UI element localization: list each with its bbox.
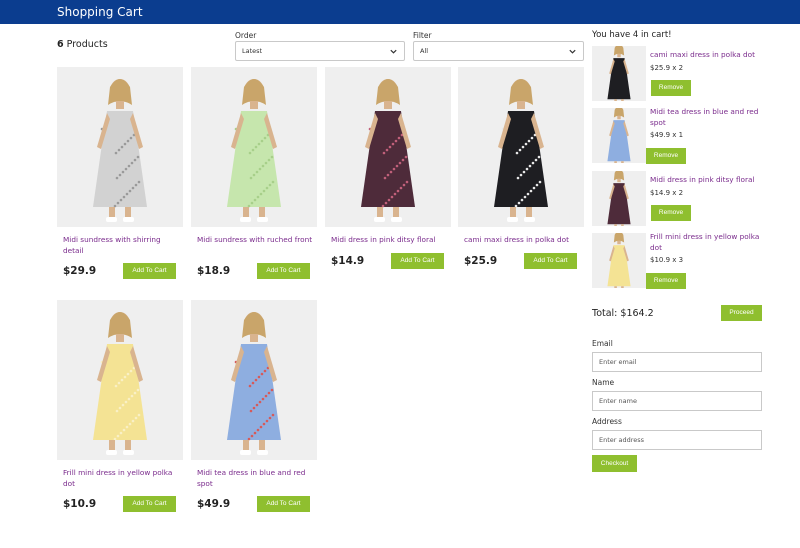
name-label: Name [592, 378, 615, 387]
model-figure [592, 108, 646, 163]
cart-item: Midi dress in pink ditsy floral $14.9 x … [592, 171, 792, 227]
filter-selected: All [420, 47, 429, 55]
app-title: Shopping Cart [57, 5, 143, 19]
add-to-cart-button[interactable]: Add To Cart [123, 496, 176, 512]
product-name: cami maxi dress in polka dot [464, 235, 570, 244]
product-name: Midi tea dress in blue and red spot [197, 468, 306, 488]
cart-item: Midi tea dress in blue and red spot $49.… [592, 107, 792, 164]
product-price: $10.9 [63, 498, 97, 510]
product-image [191, 67, 317, 227]
cart-heading: You have 4 in cart! [592, 30, 672, 40]
add-to-cart-button[interactable]: Add To Cart [524, 253, 577, 269]
model-figure [57, 300, 183, 460]
model-figure [592, 171, 646, 226]
product-image [191, 300, 317, 460]
product-name: Midi sundress with ruched front [197, 235, 313, 244]
name-field[interactable] [592, 391, 762, 411]
add-to-cart-button[interactable]: Add To Cart [391, 253, 444, 269]
product-name: Midi dress in pink ditsy floral [331, 235, 436, 244]
app-header: Shopping Cart [0, 0, 800, 24]
order-select[interactable]: Latest [235, 41, 405, 61]
product-name: Frill mini dress in yellow polka dot [63, 468, 173, 488]
products-count-number: 6 [57, 39, 64, 50]
remove-button[interactable]: Remove [651, 205, 691, 221]
product-price: $18.9 [197, 265, 231, 277]
remove-button[interactable]: Remove [646, 273, 686, 289]
cart-item: cami maxi dress in polka dot $25.9 x 2 R… [592, 46, 792, 102]
model-figure [592, 46, 646, 101]
order-label: Order [235, 31, 257, 40]
address-field[interactable] [592, 430, 762, 450]
chevron-down-icon [569, 49, 576, 54]
cart-item-name: Frill mini dress in yellow polka dot [650, 232, 760, 252]
product-name: Midi sundress with shirring detail [63, 235, 161, 255]
cart-item-name: cami maxi dress in polka dot [650, 50, 756, 59]
product-price: $14.9 [331, 255, 365, 267]
cart-item: Frill mini dress in yellow polka dot $10… [592, 232, 792, 289]
order-selected: Latest [242, 47, 263, 55]
products-count-label: Products [66, 39, 108, 50]
cart-item-quantity: $25.9 x 2 [650, 64, 684, 72]
chevron-down-icon [390, 49, 397, 54]
add-to-cart-button[interactable]: Add To Cart [123, 263, 176, 279]
cart-item-name: Midi tea dress in blue and red spot [650, 107, 759, 127]
address-label: Address [592, 417, 622, 426]
cart-total: Total: $164.2 [592, 308, 654, 319]
model-figure [592, 233, 646, 288]
add-to-cart-button[interactable]: Add To Cart [257, 263, 310, 279]
proceed-button[interactable]: Proceed [721, 305, 762, 321]
model-figure [325, 67, 451, 227]
product-image [57, 67, 183, 227]
checkout-button[interactable]: Checkout [592, 455, 637, 472]
email-field[interactable] [592, 352, 762, 372]
product-image [458, 67, 584, 227]
model-figure [191, 300, 317, 460]
model-figure [191, 67, 317, 227]
cart-item-quantity: $14.9 x 2 [650, 189, 684, 197]
cart-item-image [592, 46, 646, 101]
add-to-cart-button[interactable]: Add To Cart [257, 496, 310, 512]
cart-item-image [592, 171, 646, 226]
cart-item-name: Midi dress in pink ditsy floral [650, 175, 755, 184]
cart-item-image [592, 108, 646, 163]
filter-label: Filter [413, 31, 432, 40]
remove-button[interactable]: Remove [646, 148, 686, 164]
product-price: $49.9 [197, 498, 231, 510]
email-label: Email [592, 339, 613, 348]
product-price: $29.9 [63, 265, 97, 277]
product-image [57, 300, 183, 460]
product-price: $25.9 [464, 255, 498, 267]
product-image [325, 67, 451, 227]
model-figure [57, 67, 183, 227]
filter-select[interactable]: All [413, 41, 584, 61]
cart-item-image [592, 233, 646, 288]
model-figure [458, 67, 584, 227]
cart-item-quantity: $10.9 x 3 [650, 256, 684, 264]
remove-button[interactable]: Remove [651, 80, 691, 96]
cart-item-quantity: $49.9 x 1 [650, 131, 684, 139]
products-count: 6 Products [57, 39, 108, 50]
